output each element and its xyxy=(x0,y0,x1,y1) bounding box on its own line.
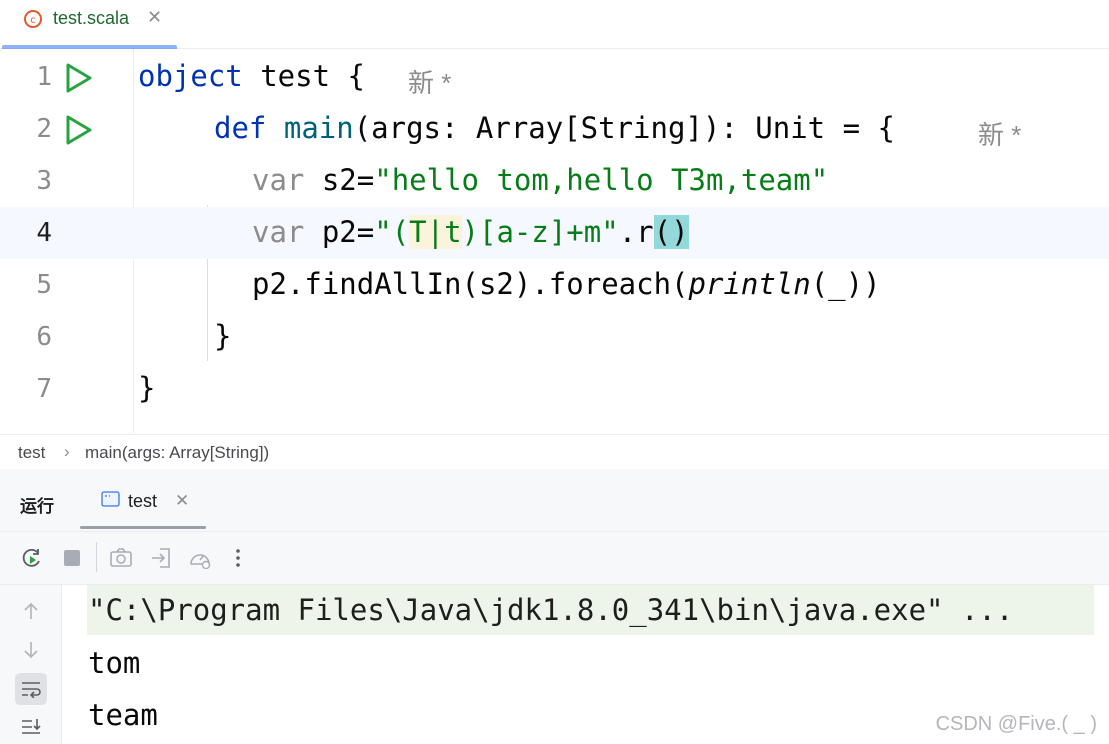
code-line[interactable]: 6 } xyxy=(0,311,1109,363)
editor-tab-test-scala[interactable]: c test.scala ✕ xyxy=(2,0,177,49)
soft-wrap-icon[interactable] xyxy=(15,673,47,705)
gauge-icon[interactable] xyxy=(186,544,214,572)
code-text: var s2="hello tom,hello T3m,team" xyxy=(252,163,829,197)
console-line: tom xyxy=(88,646,141,680)
run-tab-label: test xyxy=(128,491,158,511)
editor-tab-label: test.scala xyxy=(53,8,130,28)
code-line-current[interactable]: 4 var p2="(T|t)[a-z]+m".r() xyxy=(0,207,1109,259)
code-line[interactable]: 1 object test { 新 * xyxy=(0,51,1109,103)
code-text: var p2="(T|t)[a-z]+m".r() xyxy=(252,215,689,249)
code-text: } xyxy=(138,371,156,405)
line-number: 2 xyxy=(36,114,52,144)
import-icon[interactable] xyxy=(147,544,175,572)
code-text: def main(args: Array[String]): Unit = { xyxy=(214,111,895,145)
code-editor[interactable]: 1 object test { 新 * 2 def main(args: Arr… xyxy=(0,49,1109,433)
active-tab-indicator xyxy=(80,526,206,529)
run-tab-test[interactable]: test ✕ xyxy=(80,481,206,529)
breadcrumb: test › main(args: Array[String]) xyxy=(0,434,1109,470)
more-options-icon[interactable] xyxy=(224,544,252,572)
run-icon[interactable] xyxy=(62,114,94,146)
scroll-to-end-icon[interactable] xyxy=(15,711,47,743)
line-number: 6 xyxy=(36,322,52,352)
console-line: team xyxy=(88,698,158,732)
inlay-hint[interactable]: 新 * xyxy=(978,115,1021,152)
scala-file-icon: c xyxy=(23,9,43,29)
line-number: 7 xyxy=(36,374,52,404)
line-number: 1 xyxy=(36,62,52,92)
console-icon xyxy=(101,491,120,507)
close-icon[interactable]: ✕ xyxy=(175,491,189,511)
run-panel-title: 运行 xyxy=(20,497,54,516)
watermark: CSDN @Five.( _ ) xyxy=(935,713,1097,735)
code-line[interactable]: 2 def main(args: Array[String]): Unit = … xyxy=(0,103,1109,155)
divider xyxy=(0,531,1109,532)
run-icon[interactable] xyxy=(62,62,94,94)
line-number: 5 xyxy=(36,270,52,300)
console-line-command[interactable]: "C:\Program Files\Java\jdk1.8.0_341\bin\… xyxy=(88,593,1013,627)
code-text: } xyxy=(214,319,232,353)
arrow-up-icon[interactable] xyxy=(15,595,47,627)
stop-icon[interactable] xyxy=(58,544,86,572)
editor-tab-bar: c test.scala ✕ xyxy=(0,0,1109,49)
line-number: 4 xyxy=(36,218,52,248)
code-line[interactable]: 5 p2.findAllIn(s2).foreach(println(_)) xyxy=(0,259,1109,311)
svg-text:c: c xyxy=(30,15,36,26)
code-text: p2.findAllIn(s2).foreach(println(_)) xyxy=(252,267,881,301)
chevron-right-icon: › xyxy=(64,442,70,461)
arrow-down-icon[interactable] xyxy=(15,634,47,666)
code-line[interactable]: 7 } xyxy=(0,363,1109,415)
close-icon[interactable]: ✕ xyxy=(147,7,162,28)
run-tool-window: 运行 test ✕ "C:\Program Files\Java\jdk1.8.… xyxy=(0,469,1109,744)
code-line[interactable]: 3 var s2="hello tom,hello T3m,team" xyxy=(0,155,1109,207)
line-number: 3 xyxy=(36,166,52,196)
inlay-hint[interactable]: 新 * xyxy=(408,63,451,100)
camera-icon[interactable] xyxy=(107,544,135,572)
code-text: object test { xyxy=(138,59,365,93)
rerun-icon[interactable] xyxy=(18,544,46,572)
toolbar-separator xyxy=(96,542,97,572)
breadcrumb-item-test[interactable]: test xyxy=(18,443,45,463)
breadcrumb-item-main[interactable]: main(args: Array[String]) xyxy=(85,443,269,463)
